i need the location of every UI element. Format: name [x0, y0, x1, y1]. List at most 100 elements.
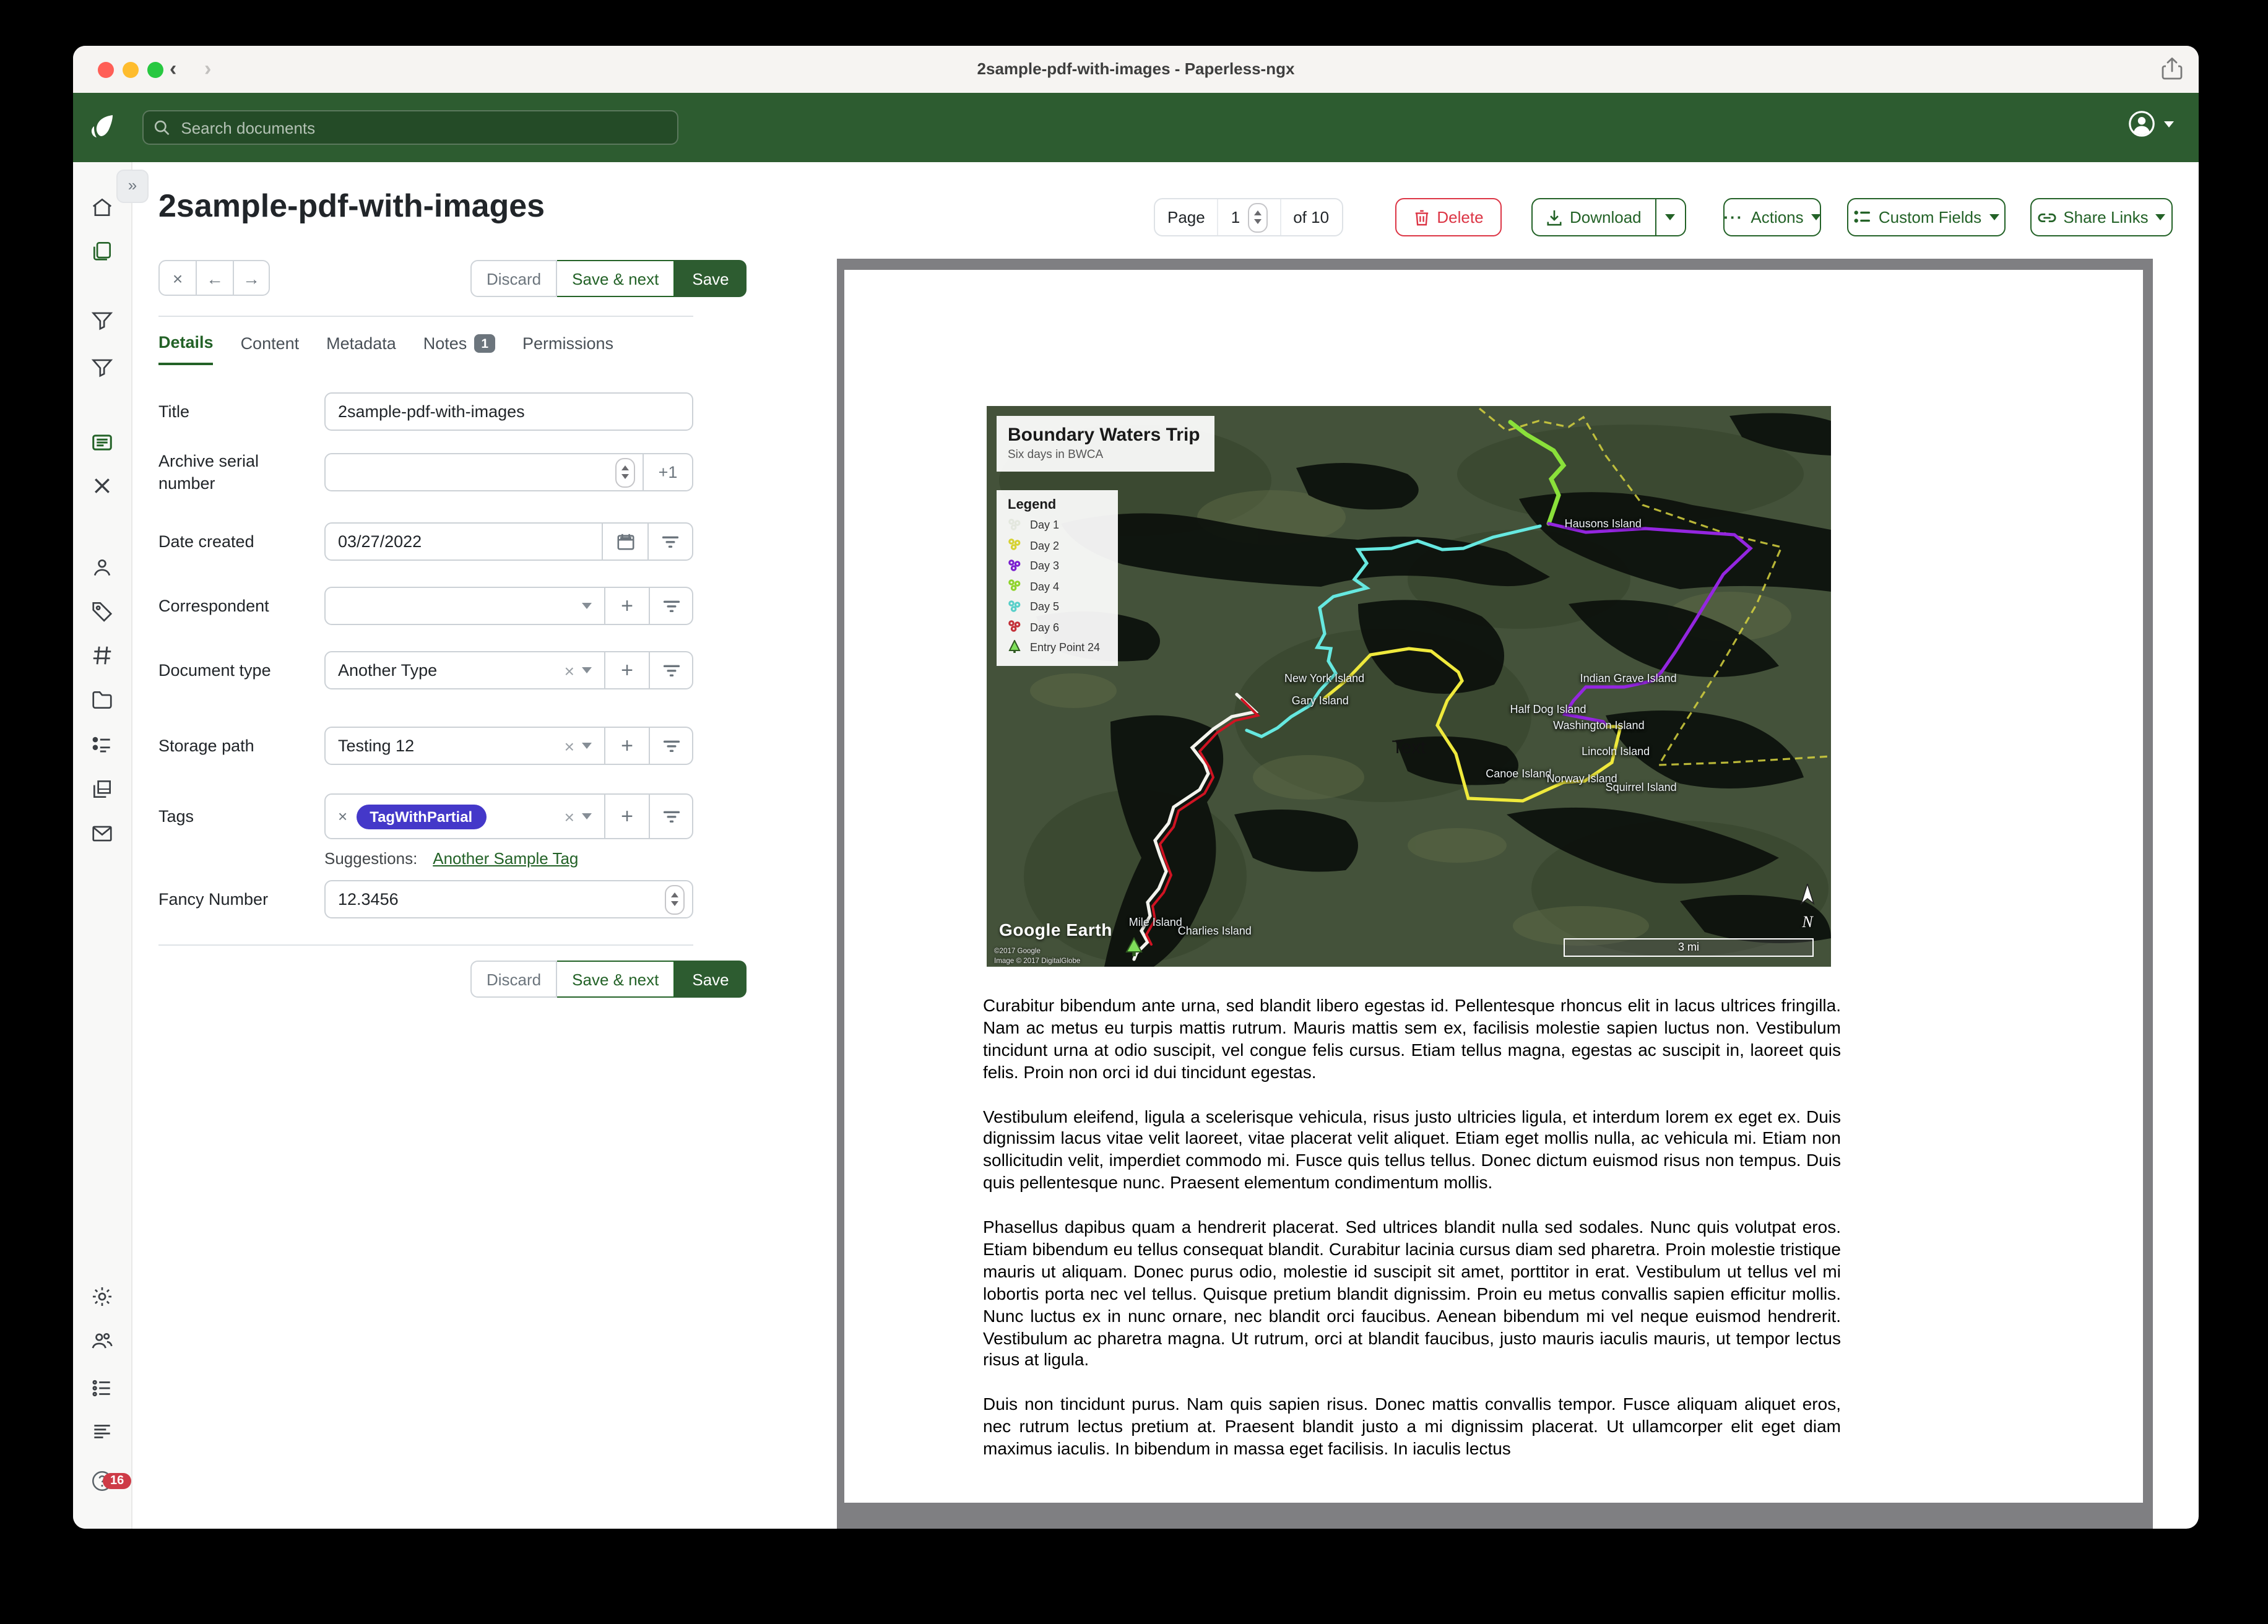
- discard-button-bottom[interactable]: Discard: [470, 961, 557, 998]
- fancy-number-input[interactable]: [326, 890, 665, 909]
- sidebar-item-logs[interactable]: [90, 1420, 114, 1443]
- sidebar-item-document-types[interactable]: [90, 644, 114, 667]
- date-created-input[interactable]: [326, 532, 602, 551]
- pdf-page: Hausons IslandNew York IslandGary Island…: [844, 270, 2143, 1503]
- save-and-next-button-bottom[interactable]: Save & next: [557, 961, 675, 998]
- page-stepper[interactable]: [1247, 202, 1267, 232]
- document-type-suggestions-button[interactable]: [650, 651, 693, 689]
- save-button[interactable]: Save: [675, 260, 746, 297]
- expand-sidebar-button[interactable]: »: [116, 170, 149, 203]
- download-options-button[interactable]: [1656, 198, 1686, 236]
- correspondent-select[interactable]: [324, 587, 605, 625]
- sidebar-item-custom-fields[interactable]: [90, 733, 114, 756]
- sidebar-item-tags[interactable]: [90, 599, 114, 623]
- map-scale-bar: 3 mi: [1564, 938, 1814, 957]
- discard-button[interactable]: Discard: [470, 260, 557, 297]
- clear-icon[interactable]: ×: [565, 736, 574, 756]
- storage-path-select[interactable]: Testing 12×: [324, 727, 605, 765]
- search-input[interactable]: [178, 117, 667, 138]
- clear-icon[interactable]: ×: [565, 806, 574, 826]
- legend-item: Day 3: [1008, 558, 1100, 574]
- storage-path-label: Storage path: [158, 736, 254, 755]
- legend-swatch-icon: [1008, 639, 1021, 655]
- ellipsis-icon: ···: [1723, 208, 1743, 227]
- delete-button[interactable]: Delete: [1395, 198, 1502, 236]
- tab-notes[interactable]: Notes1: [423, 333, 495, 365]
- tasks-count-badge: 16: [103, 1473, 131, 1489]
- storage-path-suggestions-button[interactable]: [650, 727, 693, 765]
- date-suggestions-button[interactable]: [649, 522, 693, 561]
- add-storage-path-button[interactable]: +: [605, 727, 650, 765]
- previous-document-button[interactable]: ←: [196, 260, 233, 296]
- share-icon[interactable]: [2162, 57, 2183, 87]
- sidebar-item-saved-view-1[interactable]: [90, 308, 114, 332]
- document-type-label: Document type: [158, 661, 271, 680]
- date-created-label: Date created: [158, 532, 254, 551]
- sidebar-item-mail[interactable]: [90, 822, 114, 845]
- document-type-select[interactable]: Another Type×: [324, 651, 605, 689]
- close-open-document-icon[interactable]: [93, 477, 111, 495]
- page-input-cell[interactable]: 1: [1218, 199, 1281, 235]
- sidebar-item-storage-paths[interactable]: [90, 688, 114, 712]
- download-button[interactable]: Download: [1531, 198, 1656, 236]
- calendar-button[interactable]: [603, 522, 649, 561]
- tag-chip[interactable]: TagWithPartial: [356, 804, 486, 829]
- save-and-next-button[interactable]: Save & next: [557, 260, 675, 297]
- paperless-logo-icon[interactable]: [87, 111, 119, 150]
- tab-details[interactable]: Details: [158, 333, 214, 365]
- tab-content[interactable]: Content: [241, 333, 300, 365]
- fancy-number-stepper[interactable]: [665, 884, 685, 914]
- asn-stepper[interactable]: [615, 457, 635, 487]
- custom-fields-button[interactable]: Custom Fields: [1847, 198, 2006, 236]
- sidebar-item-workflows[interactable]: [90, 777, 114, 801]
- sidebar-item-correspondents[interactable]: [90, 556, 114, 579]
- legend-swatch-icon: [1008, 578, 1021, 594]
- add-document-type-button[interactable]: +: [605, 651, 650, 689]
- next-document-button[interactable]: →: [233, 260, 270, 296]
- title-field-row: [324, 392, 693, 431]
- sidebar-item-tasks[interactable]: [90, 1376, 114, 1400]
- google-earth-watermark: Google Earth: [999, 920, 1112, 939]
- actions-button[interactable]: ··· Actions: [1723, 198, 1821, 236]
- title-input[interactable]: [326, 402, 692, 421]
- chevron-down-icon: [1666, 214, 1676, 220]
- remove-tag-icon[interactable]: ×: [338, 807, 347, 826]
- date-created-row: [324, 522, 693, 561]
- user-menu[interactable]: [2128, 110, 2174, 137]
- titlebar: ‹ › 2sample-pdf-with-images - Paperless-…: [73, 46, 2199, 94]
- sidebar-item-users-groups[interactable]: [90, 1329, 114, 1353]
- suggested-tag-link[interactable]: Another Sample Tag: [433, 849, 578, 868]
- clear-icon[interactable]: ×: [565, 660, 574, 680]
- share-links-button[interactable]: Share Links: [2030, 198, 2173, 236]
- screen: ‹ › 2sample-pdf-with-images - Paperless-…: [0, 0, 2268, 1624]
- add-tag-button[interactable]: +: [605, 793, 650, 839]
- sidebar-item-open-document[interactable]: [90, 431, 114, 454]
- tab-metadata[interactable]: Metadata: [326, 333, 396, 365]
- save-button-bottom[interactable]: Save: [675, 961, 746, 998]
- legend-label: Day 3: [1030, 559, 1059, 572]
- asn-plus-one-button[interactable]: +1: [644, 453, 693, 491]
- legend-item: Entry Point 24: [1008, 639, 1100, 655]
- search-box: [142, 110, 678, 145]
- tab-bar: Details Content Metadata Notes1 Permissi…: [158, 333, 613, 365]
- legend-swatch-icon: [1008, 537, 1021, 553]
- asn-input[interactable]: [326, 463, 615, 482]
- tab-permissions[interactable]: Permissions: [522, 333, 613, 365]
- sidebar-item-settings[interactable]: [90, 1285, 114, 1308]
- legend-item: Day 6: [1008, 619, 1100, 635]
- sidebar-item-dashboard[interactable]: [90, 196, 114, 219]
- correspondent-suggestions-button[interactable]: [650, 587, 693, 625]
- tags-select[interactable]: × TagWithPartial ×: [324, 793, 605, 839]
- edit-actions-top: Discard Save & next Save: [470, 260, 747, 297]
- sidebar-item-saved-view-2[interactable]: [90, 355, 114, 379]
- map-legend: Legend Day 1Day 2Day 3Day 4Day 5Day 6Ent…: [997, 490, 1117, 665]
- map-island-label: Washington Island: [1553, 719, 1644, 732]
- pdf-preview-frame[interactable]: Hausons IslandNew York IslandGary Island…: [837, 259, 2153, 1529]
- close-document-button[interactable]: ×: [158, 260, 196, 296]
- chevron-down-icon: [582, 743, 592, 749]
- tags-suggestions-button[interactable]: [650, 793, 693, 839]
- sidebar-item-documents[interactable]: [90, 239, 114, 262]
- add-correspondent-button[interactable]: +: [605, 587, 650, 625]
- compass-icon: N: [1794, 884, 1821, 932]
- map-island-label: Half Dog Island: [1510, 702, 1586, 715]
